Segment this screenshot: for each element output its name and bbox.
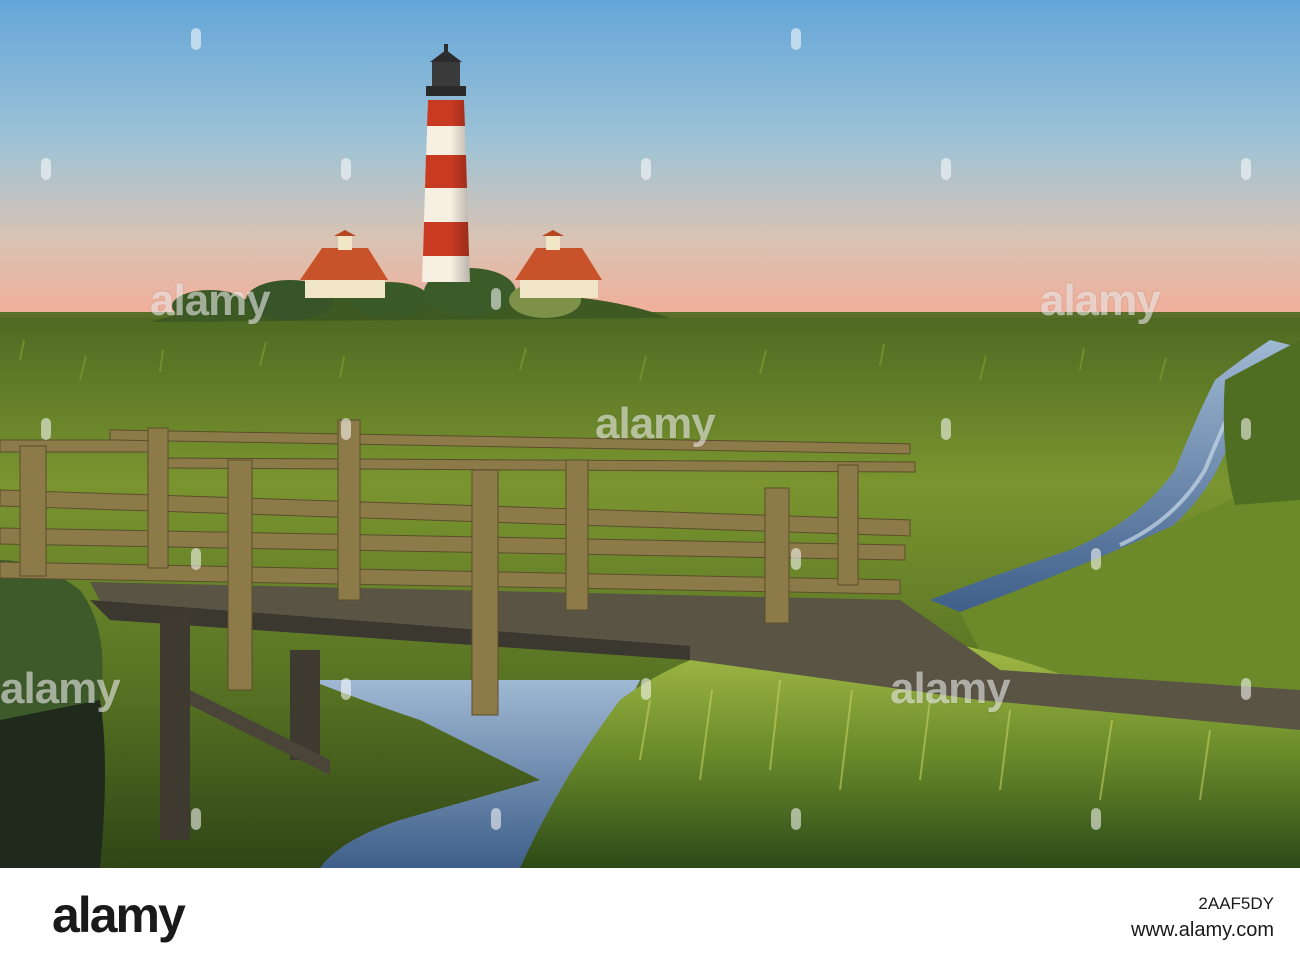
watermark-5: alamy — [890, 664, 1011, 713]
watermark-dot — [191, 548, 201, 570]
image-canvas: alamy alamy alamy alamy alamy alamy 2AAF… — [0, 0, 1300, 956]
watermark-dot — [341, 678, 351, 700]
watermark-dot — [1241, 418, 1251, 440]
watermark-dot — [1241, 678, 1251, 700]
watermark-dot — [941, 418, 951, 440]
watermark-dot — [491, 288, 501, 310]
watermark-dot — [491, 808, 501, 830]
watermark-dot — [41, 418, 51, 440]
watermark-dot — [791, 808, 801, 830]
watermark-dot — [641, 678, 651, 700]
lighthouse-landscape-photo: alamy alamy alamy alamy alamy — [0, 0, 1300, 868]
watermark-dot — [41, 158, 51, 180]
watermark-dot — [791, 548, 801, 570]
image-id-label: 2AAF5DY — [1198, 894, 1274, 913]
watermark-1: alamy — [150, 276, 271, 325]
watermark-dot — [191, 28, 201, 50]
watermark-dot — [191, 808, 201, 830]
alamy-logo: alamy — [52, 887, 186, 943]
watermark-3: alamy — [1040, 276, 1161, 325]
image-metadata: 2AAF5DY www.alamy.com — [1131, 893, 1274, 943]
credit-url: www.alamy.com — [1131, 919, 1274, 941]
watermark-dot — [341, 418, 351, 440]
watermark-4: alamy — [0, 664, 121, 713]
watermark-dot — [791, 28, 801, 50]
watermark-2: alamy — [595, 399, 716, 448]
watermark-dot — [1091, 808, 1101, 830]
watermark-dot — [641, 158, 651, 180]
footer-bar — [0, 868, 1300, 956]
watermark-dot — [1091, 548, 1101, 570]
watermark-dot — [341, 158, 351, 180]
watermark-dot — [1241, 158, 1251, 180]
watermark-dot — [941, 158, 951, 180]
